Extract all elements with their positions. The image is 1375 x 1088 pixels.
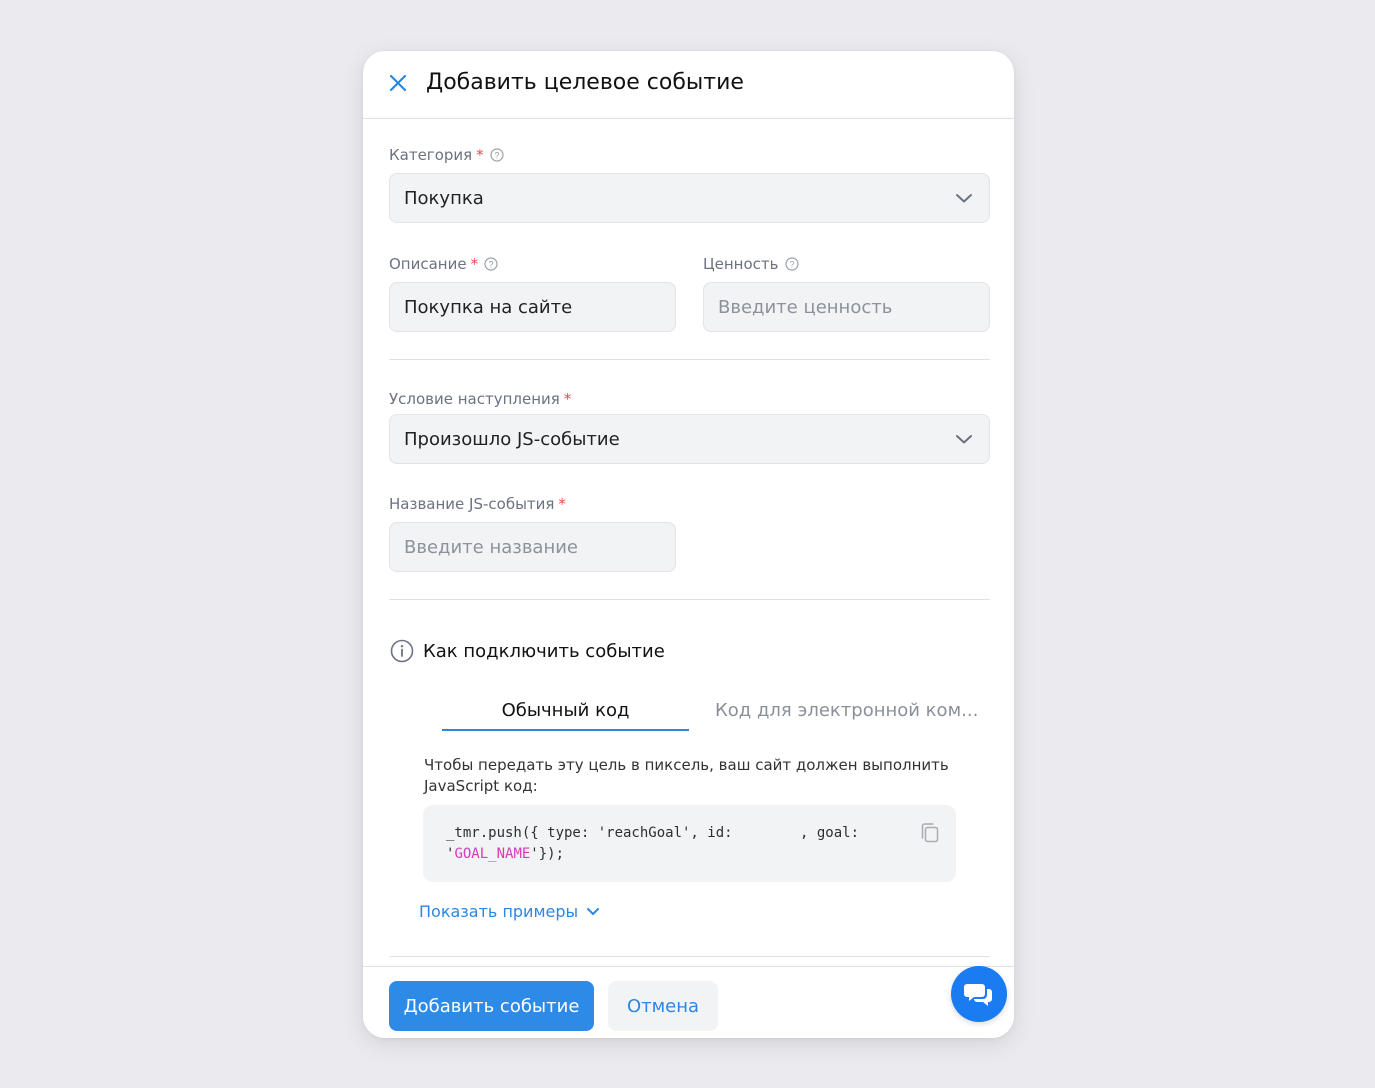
howto-title: Как подключить событие bbox=[423, 641, 665, 662]
tab-ecommerce-code[interactable]: Код для электронной ком... bbox=[715, 697, 978, 731]
show-examples-label: Показать примеры bbox=[419, 902, 579, 921]
condition-label-text: Условие наступления bbox=[389, 390, 560, 408]
add-goal-event-modal: Добавить целевое событие Категория * ? П… bbox=[363, 51, 1014, 1038]
category-label-text: Категория bbox=[389, 146, 473, 164]
modal-header: Добавить целевое событие bbox=[363, 51, 1014, 119]
value-placeholder: Введите ценность bbox=[718, 297, 893, 318]
js-event-name-label: Название JS-события * bbox=[389, 494, 566, 514]
add-event-button[interactable]: Добавить событие bbox=[389, 981, 594, 1031]
required-mark: * bbox=[558, 495, 566, 513]
code-goal-name: GOAL_NAME bbox=[454, 846, 531, 862]
condition-value: Произошло JS-событие bbox=[404, 429, 620, 450]
value-input[interactable]: Введите ценность bbox=[703, 282, 990, 332]
modal-title: Добавить целевое событие bbox=[426, 70, 744, 95]
required-mark: * bbox=[476, 146, 484, 164]
chat-icon bbox=[964, 984, 992, 1006]
code-block: _tmr.push({ type: 'reachGoal', id: , goa… bbox=[423, 805, 956, 882]
description-value: Покупка на сайте bbox=[404, 297, 573, 318]
description-input[interactable]: Покупка на сайте bbox=[389, 282, 676, 332]
info-icon bbox=[390, 639, 414, 663]
category-select[interactable]: Покупка bbox=[389, 173, 990, 223]
divider bbox=[389, 599, 990, 600]
value-label: Ценность ? bbox=[703, 254, 799, 274]
description-label: Описание * ? bbox=[389, 254, 498, 274]
code-line-1: _tmr.push({ type: 'reachGoal', id: , goa… bbox=[446, 825, 860, 841]
svg-text:?: ? bbox=[494, 151, 499, 161]
chat-button[interactable] bbox=[951, 966, 1007, 1022]
close-icon bbox=[389, 74, 407, 92]
tab-regular-code[interactable]: Обычный код bbox=[442, 697, 689, 731]
chevron-down-icon bbox=[587, 907, 600, 915]
required-mark: * bbox=[563, 390, 572, 408]
value-label-text: Ценность bbox=[703, 255, 779, 273]
svg-text:?: ? bbox=[489, 260, 494, 270]
chevron-down-icon bbox=[956, 435, 972, 444]
help-icon[interactable]: ? bbox=[784, 257, 799, 271]
modal-footer: Добавить событие Отмена bbox=[363, 966, 1014, 1038]
copy-icon[interactable] bbox=[920, 822, 940, 844]
category-value: Покупка bbox=[404, 188, 484, 209]
show-examples-link[interactable]: Показать примеры bbox=[419, 902, 604, 921]
divider bbox=[389, 956, 990, 957]
code-snippet: _tmr.push({ type: 'reachGoal', id: , goa… bbox=[446, 823, 859, 865]
js-event-name-label-text: Название JS-события bbox=[389, 495, 555, 513]
instructions-text: Чтобы передать эту цель в пиксель, ваш с… bbox=[424, 756, 949, 795]
js-event-name-input[interactable]: Введите название bbox=[389, 522, 676, 572]
divider bbox=[389, 359, 990, 360]
tab-active-underline bbox=[442, 729, 689, 731]
help-icon[interactable]: ? bbox=[484, 257, 498, 271]
category-label: Категория * ? bbox=[389, 145, 504, 165]
description-label-text: Описание bbox=[389, 255, 467, 273]
required-mark: * bbox=[470, 255, 479, 273]
cancel-button[interactable]: Отмена bbox=[608, 981, 718, 1031]
condition-label: Условие наступления * bbox=[389, 389, 571, 409]
help-icon[interactable]: ? bbox=[490, 148, 504, 162]
chevron-down-icon bbox=[956, 194, 972, 203]
svg-text:?: ? bbox=[789, 260, 794, 270]
condition-select[interactable]: Произошло JS-событие bbox=[389, 414, 990, 464]
code-line-2-end: '}); bbox=[530, 846, 565, 862]
close-button[interactable] bbox=[385, 67, 411, 99]
js-event-name-placeholder: Введите название bbox=[404, 537, 579, 558]
